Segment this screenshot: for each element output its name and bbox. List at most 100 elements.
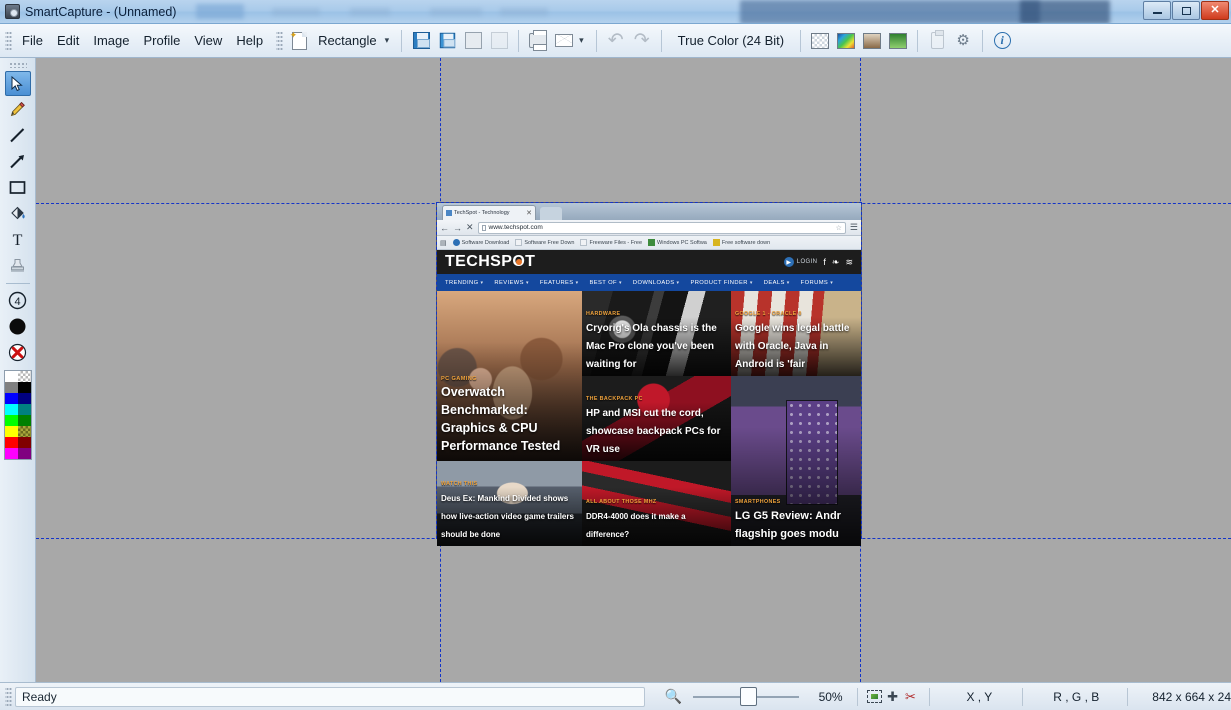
login-button[interactable]: ▶ LOGIN <box>783 257 818 267</box>
swatch[interactable] <box>17 415 31 426</box>
captured-screenshot[interactable]: TechSpot - Technology ✕ ← → ✕ www.techsp… <box>436 202 862 546</box>
clipboard-icon[interactable] <box>924 28 950 54</box>
nav-product-finder[interactable]: PRODUCT FINDER ▾ <box>690 280 752 286</box>
nav-reviews[interactable]: REVIEWS ▾ <box>494 280 528 286</box>
rectangle-region-icon[interactable]: ✦ <box>286 28 312 54</box>
swatch[interactable] <box>4 426 18 437</box>
close-button[interactable]: ✕ <box>1201 1 1229 20</box>
line-tool[interactable] <box>5 123 31 148</box>
bookmark-star-icon[interactable]: ☆ <box>836 224 842 232</box>
color-swatch-grid[interactable] <box>3 370 32 460</box>
filled-circle-tool[interactable] <box>5 314 31 339</box>
article-card[interactable]: THE BACKPACK PC HP and MSI cut the cord,… <box>582 376 731 461</box>
menu-help[interactable]: Help <box>229 29 270 52</box>
capture-canvas[interactable]: TechSpot - Technology ✕ ← → ✕ www.techsp… <box>36 58 1231 682</box>
select-tool[interactable] <box>4 71 31 96</box>
swatch[interactable] <box>4 415 18 426</box>
scissors-icon[interactable]: ✂ <box>902 687 920 707</box>
gear-icon[interactable]: ⚙ <box>950 28 976 54</box>
facebook-icon[interactable]: f <box>823 257 826 267</box>
chevron-down-icon[interactable]: ▾ <box>383 35 396 46</box>
back-arrow-icon[interactable]: ← <box>440 223 449 233</box>
save-all-button[interactable] <box>434 28 460 54</box>
save-button[interactable] <box>408 28 434 54</box>
palette-drag-grip[interactable] <box>8 62 27 68</box>
rainbow-image-icon[interactable] <box>833 28 859 54</box>
article-card[interactable]: ALL ABOUT THOSE MHZ DDR4-4000 does it ma… <box>582 461 731 546</box>
undo-button[interactable]: ↶ <box>603 28 629 54</box>
menu-edit[interactable]: Edit <box>50 29 86 52</box>
nav-downloads[interactable]: DOWNLOADS ▾ <box>633 280 680 286</box>
address-bar[interactable]: www.techspot.com ☆ <box>477 221 846 234</box>
menu-file[interactable]: File <box>15 29 50 52</box>
maximize-button[interactable] <box>1172 1 1200 20</box>
swatch[interactable] <box>17 448 31 459</box>
stop-icon[interactable]: ✕ <box>466 222 474 233</box>
magic-wand-icon[interactable]: ✚ <box>884 687 902 707</box>
zoom-slider[interactable] <box>692 687 799 706</box>
copy-button[interactable] <box>460 28 486 54</box>
text-tool[interactable]: T <box>5 227 31 252</box>
swatch[interactable] <box>4 382 18 393</box>
rectangle-tool[interactable] <box>5 175 31 200</box>
swatch[interactable] <box>17 426 31 437</box>
magnifier-icon[interactable]: 🔍 <box>665 688 682 705</box>
swatch[interactable] <box>17 437 31 448</box>
number-tool[interactable]: 4 <box>5 288 31 313</box>
nav-forums[interactable]: FORUMS ▾ <box>801 280 833 286</box>
capture-shape-label[interactable]: Rectangle <box>312 33 383 48</box>
toolbar-drag-grip[interactable] <box>276 29 284 52</box>
green-image-icon[interactable] <box>885 28 911 54</box>
paint-bucket-tool[interactable] <box>5 201 31 226</box>
swatch[interactable] <box>4 437 18 448</box>
delete-tool[interactable] <box>5 340 31 365</box>
checkerboard-image-icon[interactable] <box>807 28 833 54</box>
swatch[interactable] <box>4 371 18 382</box>
arrow-tool[interactable] <box>5 149 31 174</box>
marquee-icon[interactable] <box>866 687 884 707</box>
envelope-icon[interactable] <box>551 28 577 54</box>
swatch[interactable] <box>17 382 31 393</box>
article-card[interactable]: WATCH THIS Deus Ex: Mankind Divided show… <box>437 461 582 546</box>
stamp-tool[interactable] <box>5 253 31 278</box>
printer-icon[interactable] <box>525 28 551 54</box>
color-depth-label[interactable]: True Color (24 Bit) <box>668 33 794 48</box>
nav-trending[interactable]: TRENDING ▾ <box>445 280 483 286</box>
email-chevron-down-icon[interactable]: ▾ <box>577 35 590 46</box>
nav-best-of[interactable]: BEST OF ▾ <box>590 280 622 286</box>
sepia-image-icon[interactable] <box>859 28 885 54</box>
article-card[interactable]: PC GAMING Overwatch Benchmarked: Graphic… <box>437 291 582 461</box>
article-card[interactable]: HARDWARE Cryorig's Ola chassis is the Ma… <box>582 291 731 376</box>
swatch[interactable] <box>4 448 18 459</box>
redo-button[interactable]: ↷ <box>629 28 655 54</box>
bookmark-item[interactable]: Freeware Files - Free <box>580 239 642 246</box>
paste-button[interactable] <box>486 28 512 54</box>
tab-close-icon[interactable]: ✕ <box>526 209 532 217</box>
new-tab-button[interactable] <box>540 207 562 220</box>
nav-features[interactable]: FEATURES ▾ <box>540 280 579 286</box>
menu-profile[interactable]: Profile <box>137 29 188 52</box>
rss-icon[interactable]: ≋ <box>845 257 853 268</box>
bookmark-item[interactable]: Software Free Down <box>515 239 574 246</box>
menu-drag-grip[interactable] <box>5 29 12 52</box>
apps-icon[interactable]: ▤ <box>440 239 447 247</box>
article-card[interactable]: SMARTPHONES LG G5 Review: Andr flagship … <box>731 376 861 546</box>
swatch[interactable] <box>17 371 31 382</box>
bookmark-item[interactable]: Software Download <box>452 239 509 246</box>
swatch[interactable] <box>17 404 31 415</box>
info-icon[interactable]: i <box>989 28 1015 54</box>
minimize-button[interactable] <box>1143 1 1171 20</box>
article-card[interactable]: GOOGLE 1 - ORACLE 0 Google wins legal ba… <box>731 291 861 376</box>
techspot-logo[interactable]: TECHSPOT <box>445 253 535 271</box>
menu-image[interactable]: Image <box>86 29 136 52</box>
browser-menu-icon[interactable]: ☰ <box>850 222 858 233</box>
bookmark-item[interactable]: Free software down <box>712 239 770 246</box>
twitter-icon[interactable]: ❧ <box>832 257 840 268</box>
slider-thumb[interactable] <box>739 687 757 706</box>
swatch[interactable] <box>17 393 31 404</box>
menu-view[interactable]: View <box>187 29 229 52</box>
pencil-tool[interactable] <box>5 97 31 122</box>
browser-tab[interactable]: TechSpot - Technology ✕ <box>442 205 536 220</box>
swatch[interactable] <box>4 393 18 404</box>
swatch[interactable] <box>4 404 18 415</box>
